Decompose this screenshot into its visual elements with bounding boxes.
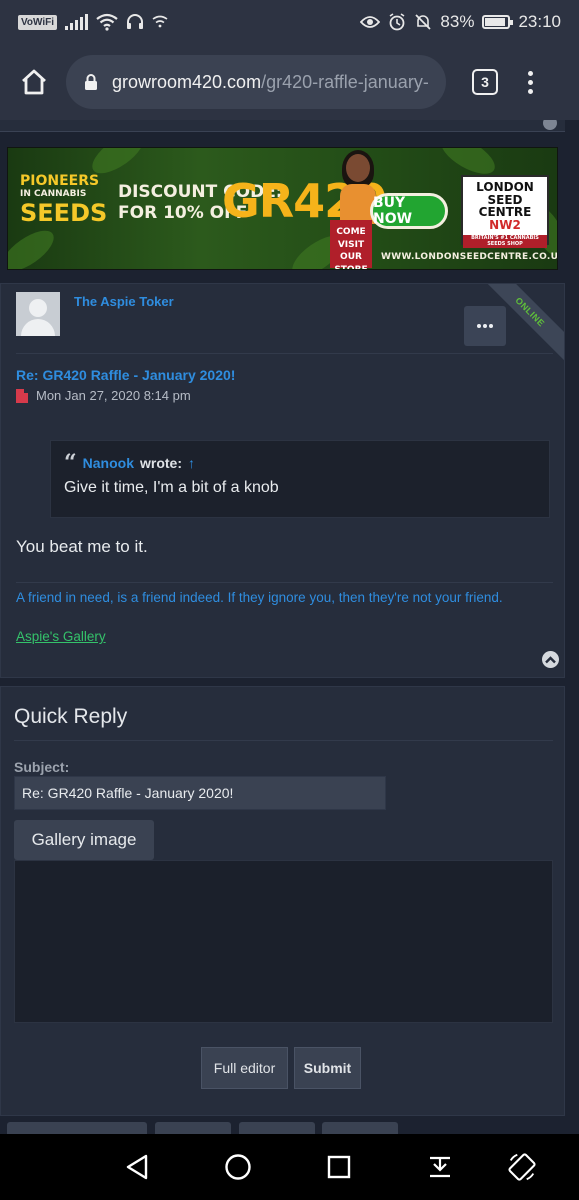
rotate-icon xyxy=(508,1153,536,1181)
url-path: /gr420-raffle-january-2 xyxy=(261,71,428,92)
battery-percent: 83% xyxy=(440,12,475,31)
banner-come-visit: COME VISIT OUR STORE xyxy=(330,220,372,270)
signal-icon xyxy=(65,14,89,30)
quick-reply-title: Quick Reply xyxy=(14,705,128,728)
rotate-button[interactable] xyxy=(506,1151,538,1183)
bottom-action-button-4[interactable] xyxy=(322,1122,398,1134)
home-nav-button[interactable] xyxy=(222,1151,254,1183)
banner-store-logo: LONDON SEED CENTRE NW2 BRITAIN'S #1 CANN… xyxy=(461,175,549,248)
banner-store-line2: CENTRE NW2 xyxy=(463,206,547,231)
eye-icon xyxy=(360,16,381,28)
signature-gallery-link[interactable]: Aspie's Gallery xyxy=(16,629,106,644)
url-domain: growroom420.com xyxy=(112,71,262,92)
chevron-up-icon xyxy=(545,655,556,663)
quote-header: “ Nanook wrote: ↑ xyxy=(64,450,536,476)
system-navigation-bar xyxy=(0,1134,579,1200)
back-button[interactable] xyxy=(121,1151,153,1183)
quick-reply-panel: Quick Reply Subject: Re: GR420 Raffle - … xyxy=(0,686,565,1116)
mute-bell-icon xyxy=(415,14,432,30)
post-date: Mon Jan 27, 2020 8:14 pm xyxy=(36,388,191,403)
status-right: 83% 23:10 xyxy=(360,12,561,32)
post-body: You beat me to it. xyxy=(16,537,148,556)
signature-text: A friend in need, is a friend indeed. If… xyxy=(16,590,503,605)
wifi-icon xyxy=(96,13,118,31)
quote-block: “ Nanook wrote: ↑ Give it time, I'm a bi… xyxy=(50,440,550,518)
banner-store-nw2: NW2 xyxy=(489,217,521,232)
avatar[interactable] xyxy=(16,292,60,336)
bottom-action-button-1[interactable] xyxy=(7,1122,147,1134)
clock: 23:10 xyxy=(518,12,561,31)
wifi-small-icon xyxy=(152,15,168,28)
vowifi-badge: VoWiFi xyxy=(18,14,58,30)
banner-store-tagline: BRITAIN'S #1 CANNABIS SEEDS SHOP xyxy=(463,235,547,248)
message-textarea[interactable] xyxy=(14,860,553,1023)
banner-brand-logo: PIONEERS IN CANNABIS SEEDS xyxy=(20,174,107,225)
quote-author-link[interactable]: Nanook xyxy=(83,455,134,471)
status-bar: VoWiFi 83% 23:10 xyxy=(0,0,579,44)
post-title-link[interactable]: Re: GR420 Raffle - January 2020! xyxy=(16,367,235,383)
home-circle-icon xyxy=(225,1154,251,1180)
headset-icon xyxy=(127,14,144,29)
notification-pull-icon xyxy=(430,1156,450,1178)
status-left: VoWiFi xyxy=(18,13,168,31)
gallery-image-button[interactable]: Gallery image xyxy=(14,820,154,860)
post-author-link[interactable]: The Aspie Toker xyxy=(74,294,174,309)
arrow-up-icon[interactable]: ↑ xyxy=(188,455,195,471)
banner-come-visit-line1: COME VISIT xyxy=(336,227,366,250)
back-icon xyxy=(126,1154,148,1180)
post-options-button[interactable] xyxy=(464,306,506,346)
subject-input[interactable]: Re: GR420 Raffle - January 2020! xyxy=(14,776,386,810)
home-icon xyxy=(22,69,46,95)
post-meta: Mon Jan 27, 2020 8:14 pm xyxy=(16,388,191,403)
battery-fill xyxy=(485,18,506,26)
bottom-action-button-2[interactable] xyxy=(155,1122,231,1134)
lock-icon xyxy=(85,74,97,90)
tabs-button[interactable]: 3 xyxy=(472,69,498,95)
quote-icon: “ xyxy=(64,450,77,476)
alarm-icon xyxy=(389,13,405,31)
home-button[interactable] xyxy=(14,62,54,102)
quote-wrote-label: wrote: xyxy=(140,455,182,471)
banner-website: WWW.LONDONSEEDCENTRE.CO.UK xyxy=(381,252,558,262)
previous-post-tail xyxy=(0,120,565,132)
banner-pioneers-line2: IN CANNABIS xyxy=(20,189,87,199)
subject-label: Subject: xyxy=(14,759,70,775)
quote-text: Give it time, I'm a bit of a knob xyxy=(64,479,279,496)
banner-come-visit-line2: OUR STORE xyxy=(334,252,368,270)
quick-reply-divider xyxy=(14,740,553,741)
document-icon[interactable] xyxy=(16,388,28,403)
sponsor-banner[interactable]: PIONEERS IN CANNABIS SEEDS DISCOUNT CODE… xyxy=(7,147,558,270)
post-header-divider xyxy=(16,353,553,354)
banner-pioneers-line3: SEEDS xyxy=(20,199,108,227)
address-bar[interactable]: growroom420.com/gr420-raffle-january-2 xyxy=(66,55,446,109)
bottom-action-buttons xyxy=(0,1120,579,1134)
battery-icon xyxy=(482,15,514,29)
bottom-action-button-3[interactable] xyxy=(239,1122,315,1134)
full-editor-button[interactable]: Full editor xyxy=(201,1047,288,1089)
submit-button[interactable]: Submit xyxy=(294,1047,361,1089)
url-text: growroom420.com/gr420-raffle-january-2 xyxy=(112,72,428,93)
page-content: PIONEERS IN CANNABIS SEEDS DISCOUNT CODE… xyxy=(0,120,579,1134)
banner-store-line1: LONDON SEED xyxy=(476,180,534,207)
banner-pioneers-line1: PIONEERS xyxy=(20,173,100,189)
more-icon[interactable] xyxy=(528,70,533,94)
recents-icon xyxy=(327,1155,351,1179)
signature-divider xyxy=(16,582,553,583)
notification-pull-button[interactable] xyxy=(424,1151,456,1183)
back-to-top-button[interactable] xyxy=(542,651,559,668)
browser-toolbar: growroom420.com/gr420-raffle-january-2 3 xyxy=(0,44,579,120)
banner-buy-now-button[interactable]: BUY NOW xyxy=(370,193,448,229)
forum-post: The Aspie Toker ONLINE Re: GR420 Raffle … xyxy=(0,283,565,678)
recents-button[interactable] xyxy=(323,1151,355,1183)
